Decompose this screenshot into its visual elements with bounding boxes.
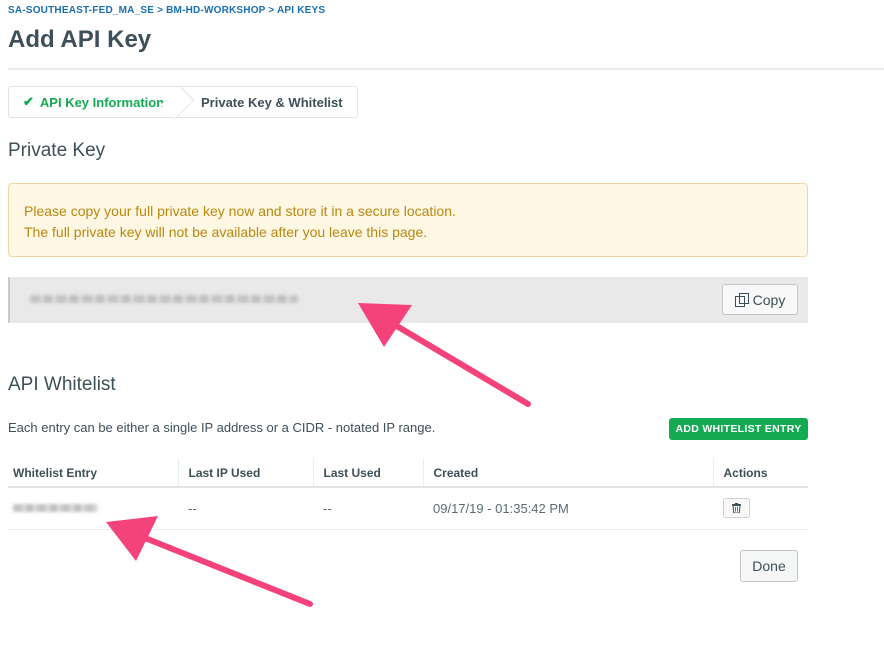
add-whitelist-entry-button[interactable]: ADD WHITELIST ENTRY <box>669 418 808 440</box>
table-header-row: Whitelist Entry Last IP Used Last Used C… <box>8 459 808 488</box>
breadcrumb-item-api-keys[interactable]: API KEYS <box>277 5 325 16</box>
breadcrumb-item-org[interactable]: SA-SOUTHEAST-FED_MA_SE <box>8 5 154 16</box>
redacted-private-key[interactable] <box>30 295 298 303</box>
whitelist-table: Whitelist Entry Last IP Used Last Used C… <box>8 459 808 530</box>
wizard-steps: ✔ API Key Information Private Key & Whit… <box>8 86 358 118</box>
column-header-whitelist-entry[interactable]: Whitelist Entry <box>8 459 178 488</box>
column-header-last-ip-used[interactable]: Last IP Used <box>177 459 313 488</box>
whitelist-description: Each entry can be either a single IP add… <box>8 420 436 435</box>
wizard-step-label: Private Key & Whitelist <box>201 94 343 110</box>
copy-icon <box>734 293 749 307</box>
last-used-cell: -- <box>313 487 423 530</box>
title-divider <box>8 68 884 70</box>
breadcrumb-separator: > <box>154 5 167 16</box>
alert-line: The full private key will not be availab… <box>24 224 428 240</box>
trash-icon <box>732 503 741 514</box>
column-header-actions: Actions <box>712 459 808 488</box>
actions-cell <box>713 487 808 530</box>
copy-button[interactable]: Copy <box>722 284 798 315</box>
delete-entry-button[interactable] <box>723 498 750 519</box>
breadcrumb-item-project[interactable]: BM-HD-WORKSHOP <box>166 5 265 16</box>
wizard-step-api-key-information[interactable]: ✔ API Key Information <box>9 87 183 117</box>
alert-line: Please copy your full private key now an… <box>24 203 456 219</box>
copy-button-label: Copy <box>752 291 786 308</box>
wizard-step-label: API Key Information <box>39 94 165 110</box>
done-button[interactable]: Done <box>740 550 798 582</box>
column-header-created[interactable]: Created <box>422 459 713 488</box>
api-whitelist-heading: API Whitelist <box>8 374 116 395</box>
checkmark-icon: ✔ <box>23 94 34 109</box>
private-key-heading: Private Key <box>8 140 106 161</box>
wizard-step-private-key-whitelist[interactable]: Private Key & Whitelist <box>183 87 357 117</box>
page-title: Add API Key <box>8 26 152 53</box>
private-key-warning-alert: Please copy your full private key now an… <box>8 183 808 257</box>
breadcrumb: SA-SOUTHEAST-FED_MA_SE > BM-HD-WORKSHOP … <box>8 5 325 16</box>
breadcrumb-separator: > <box>265 5 278 16</box>
private-key-display: Copy <box>8 277 808 323</box>
redacted-ip-address <box>13 504 98 513</box>
last-ip-used-cell: -- <box>178 487 313 530</box>
whitelist-entry-cell <box>8 487 178 530</box>
column-header-last-used[interactable]: Last Used <box>312 459 423 488</box>
created-cell: 09/17/19 - 01:35:42 PM <box>423 487 713 530</box>
table-row: -- -- 09/17/19 - 01:35:42 PM <box>8 487 808 530</box>
